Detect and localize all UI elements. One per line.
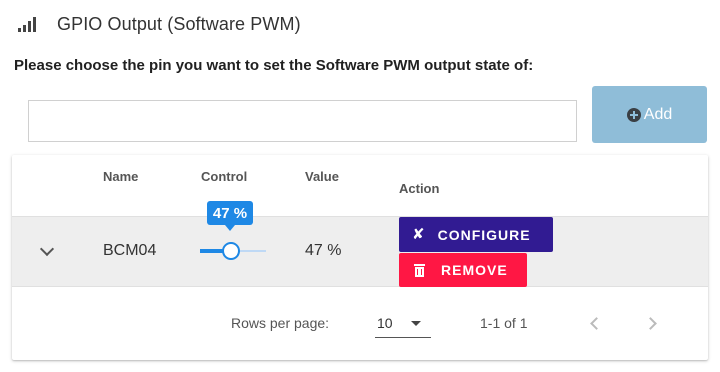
remove-button-label: REMOVE — [441, 262, 508, 278]
pwm-slider[interactable] — [200, 239, 266, 263]
rows-per-page-value: 10 — [377, 315, 393, 331]
plus-circle-icon — [626, 107, 641, 122]
expand-row-icon[interactable] — [39, 241, 55, 257]
remove-button[interactable]: REMOVE — [399, 253, 527, 287]
add-button-label: Add — [643, 105, 673, 123]
slider-thumb[interactable] — [222, 242, 240, 260]
pin-value: 47 % — [305, 242, 342, 259]
page-title: GPIO Output (Software PWM) — [57, 13, 301, 34]
pin-name: BCM04 — [103, 242, 157, 259]
rows-per-page-select[interactable]: 10 — [375, 310, 431, 338]
tools-icon: ✘ — [412, 226, 426, 243]
slider-value-tooltip: 47 % — [207, 201, 253, 231]
column-header-value: Value — [305, 169, 339, 184]
pagination-range: 1-1 of 1 — [480, 315, 528, 331]
pin-table: Name Control Value Action BCM04 47 % 47 … — [12, 155, 708, 360]
caret-down-icon — [411, 321, 421, 326]
pin-input[interactable] — [28, 100, 577, 142]
column-header-control: Control — [201, 169, 248, 184]
table-row: BCM04 47 % 47 % ✘ CONFIGURE REMOVE — [12, 201, 708, 287]
rows-per-page-label: Rows per page: — [231, 315, 330, 331]
table-pagination: Rows per page: 10 1-1 of 1 — [12, 288, 708, 360]
add-button[interactable]: Add — [592, 86, 707, 143]
signal-bars-icon — [18, 16, 38, 32]
column-header-action: Action — [399, 181, 440, 196]
page-header: GPIO Output (Software PWM) — [18, 12, 301, 36]
trash-icon — [414, 263, 425, 277]
next-page-icon[interactable] — [644, 317, 657, 330]
column-header-name: Name — [103, 169, 139, 184]
configure-button-label: CONFIGURE — [437, 226, 531, 243]
configure-button[interactable]: ✘ CONFIGURE — [399, 217, 553, 252]
previous-page-icon[interactable] — [590, 317, 603, 330]
pin-prompt: Please choose the pin you want to set th… — [14, 57, 534, 74]
